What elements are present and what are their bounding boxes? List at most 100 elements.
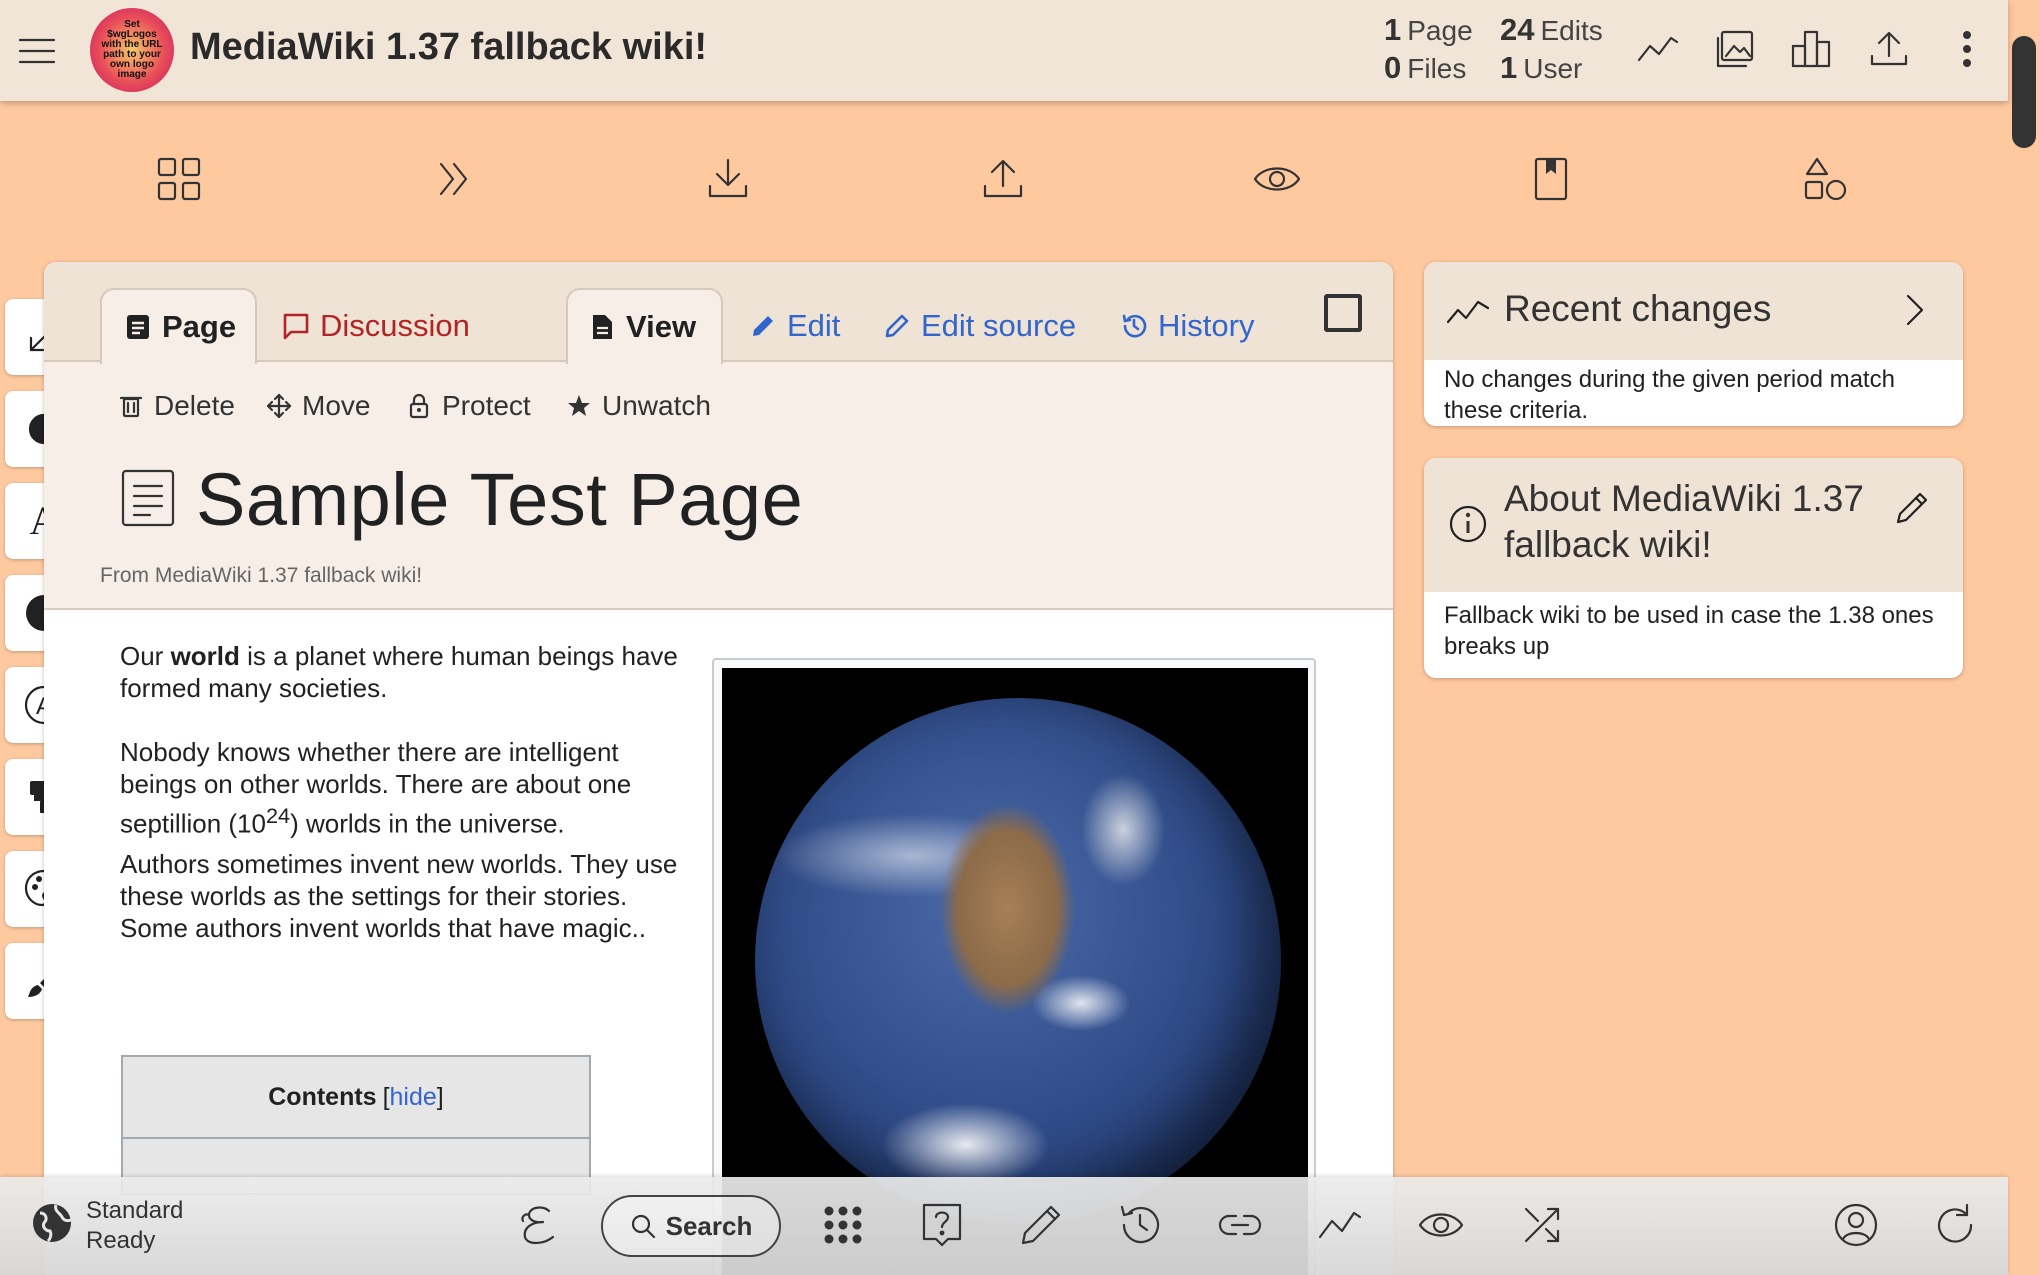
edit-pencil-icon (1896, 492, 1928, 524)
recent-changes-text: No changes during the given period match… (1444, 366, 1895, 424)
tab-history[interactable]: History (1120, 288, 1254, 364)
random-shuffle-icon[interactable] (1518, 1201, 1566, 1249)
edit-pencil-icon[interactable] (1017, 1201, 1065, 1249)
stat-edits[interactable]: 24 Edits (1500, 12, 1603, 48)
action-unwatch-label: Unwatch (602, 390, 711, 421)
search-label: Search (665, 1210, 753, 1241)
tab-page[interactable]: Page (100, 288, 257, 364)
refresh-icon[interactable] (1931, 1201, 1979, 1249)
info-icon (1449, 505, 1487, 543)
article-icon (120, 468, 176, 528)
stat-files[interactable]: 0 Files (1384, 50, 1466, 86)
paragraph-3: Authors sometimes invent new worlds. The… (120, 848, 678, 943)
more-menu-icon[interactable] (1944, 26, 1990, 72)
action-move-label: Move (302, 390, 371, 421)
recent-changes-icon (1446, 300, 1490, 324)
hamburger-menu-icon[interactable] (16, 30, 58, 72)
exponent: 24 (265, 803, 291, 828)
earth-globe-image (755, 698, 1281, 1224)
page-scrollbar[interactable] (2008, 0, 2039, 1275)
stat-users[interactable]: 1 User (1500, 50, 1582, 86)
recent-changes-header[interactable]: Recent changes (1424, 262, 1963, 360)
pencil-icon (885, 314, 909, 338)
action-protect-label: Protect (442, 390, 531, 421)
media-icon[interactable] (1712, 26, 1758, 72)
toc-header: Contents [hide] (123, 1057, 589, 1139)
search-button[interactable]: Search (601, 1195, 781, 1257)
article-card: Page Discussion View Edit Edit source Hi… (44, 262, 1393, 1275)
action-protect[interactable]: Protect (406, 390, 531, 422)
lock-icon (409, 393, 429, 419)
watch-eye-icon[interactable] (1252, 154, 1302, 204)
page-icon (127, 315, 149, 339)
apps-dots-icon[interactable] (819, 1201, 867, 1249)
help-icon[interactable] (918, 1201, 966, 1249)
user-account-icon[interactable] (1832, 1201, 1880, 1249)
double-chevron-icon[interactable] (429, 154, 479, 204)
shapes-icon[interactable] (1800, 154, 1850, 204)
chevron-right-icon (1906, 294, 1924, 326)
pencil-icon (753, 316, 773, 336)
stat-pages[interactable]: 1 Page (1384, 12, 1473, 48)
bookmark-icon[interactable] (1526, 154, 1576, 204)
tab-edit-label: Edit (787, 308, 841, 343)
toc-bracket-open: [ (382, 1082, 390, 1111)
paragraph-2: Nobody knows whether there are intellige… (120, 737, 632, 839)
toc-hide-link[interactable]: hide (390, 1083, 437, 1112)
action-unwatch[interactable]: Unwatch (566, 390, 711, 422)
recent-changes-icon[interactable] (1316, 1201, 1364, 1249)
download-icon[interactable] (703, 154, 753, 204)
tab-view[interactable]: View (566, 288, 723, 364)
action-delete-label: Delete (154, 390, 235, 421)
toc-title: Contents (268, 1082, 377, 1111)
tab-discussion[interactable]: Discussion (282, 288, 470, 364)
link-icon[interactable] (1216, 1201, 1264, 1249)
document-icon (593, 315, 612, 339)
site-title[interactable]: MediaWiki 1.37 fallback wiki! (190, 26, 707, 69)
upload-icon[interactable] (978, 154, 1028, 204)
history-icon[interactable] (1116, 1201, 1164, 1249)
search-icon (631, 1214, 655, 1239)
tab-edit-source-label: Edit source (921, 308, 1077, 343)
globe-icon[interactable] (30, 1201, 74, 1245)
history-icon (1122, 314, 1147, 338)
top-header: Set $wgLogos with the URL path to your o… (0, 0, 2008, 101)
star-icon (568, 395, 590, 416)
tab-edit-source[interactable]: Edit source (883, 288, 1076, 364)
scrollbar-thumb[interactable] (2012, 36, 2036, 148)
action-delete[interactable]: Delete (118, 390, 235, 422)
status-line-1: Standard (86, 1197, 184, 1224)
page-title: Sample Test Page (196, 458, 804, 541)
tab-page-label: Page (162, 309, 237, 344)
move-icon (266, 393, 292, 419)
script-e-icon[interactable] (515, 1201, 563, 1249)
tab-history-label: History (1158, 308, 1255, 343)
trash-icon (119, 396, 143, 418)
paragraph-1: Our world is a planet where human beings… (120, 641, 678, 703)
table-of-contents: Contents [hide] (121, 1055, 591, 1195)
action-move[interactable]: Move (266, 390, 370, 422)
logo-text: Set $wgLogos with the URL path to your o… (101, 19, 163, 80)
tab-view-label: View (626, 309, 697, 344)
about-text: Fallback wiki to be used in case the 1.3… (1444, 602, 1934, 660)
toc-bracket-close: ] (436, 1082, 444, 1111)
recent-changes-card: Recent changes No changes during the giv… (1424, 262, 1963, 426)
recent-changes-icon[interactable] (1635, 26, 1681, 72)
status-line-2: Ready (86, 1227, 156, 1254)
fullwidth-toggle-icon[interactable] (1324, 294, 1362, 332)
about-card: About MediaWiki 1.37 fallback wiki! Fall… (1424, 458, 1963, 678)
watch-eye-icon[interactable] (1417, 1201, 1465, 1249)
apps-grid-icon[interactable] (154, 154, 204, 204)
article-body: Our world is a planet where human beings… (120, 640, 690, 944)
bottom-toolbar: Standard Ready Search (0, 1177, 2008, 1275)
tab-discussion-label: Discussion (320, 308, 470, 343)
site-logo[interactable]: Set $wgLogos with the URL path to your o… (90, 8, 174, 92)
about-title: About MediaWiki 1.37 fallback wiki! (1504, 478, 1864, 565)
speech-bubble-icon (283, 313, 309, 340)
site-tagline: From MediaWiki 1.37 fallback wiki! (100, 564, 423, 587)
about-header: About MediaWiki 1.37 fallback wiki! (1424, 458, 1963, 592)
bold-world: world (170, 641, 240, 671)
upload-icon[interactable] (1866, 26, 1912, 72)
statistics-icon[interactable] (1789, 26, 1835, 72)
tab-edit[interactable]: Edit (749, 288, 840, 364)
